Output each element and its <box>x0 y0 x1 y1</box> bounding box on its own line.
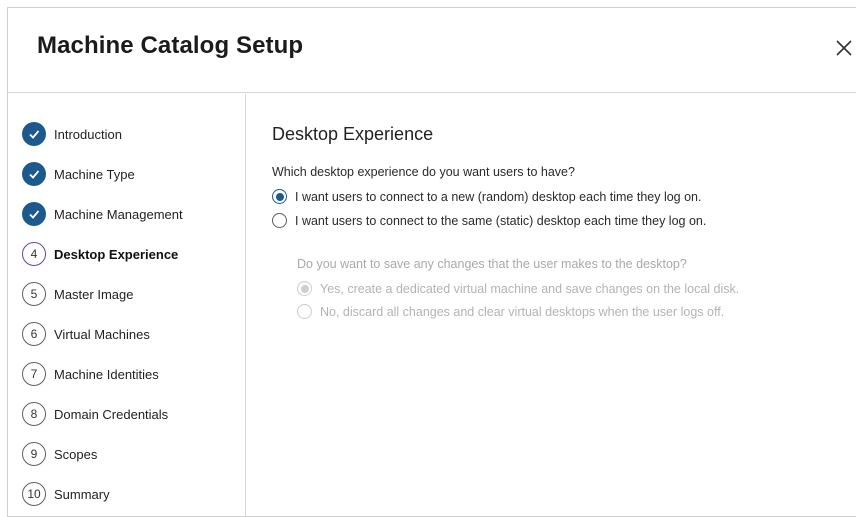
desktop-experience-question: Which desktop experience do you want use… <box>272 165 575 179</box>
radio-label: Yes, create a dedicated virtual machine … <box>320 281 740 296</box>
step-master-image[interactable]: 5 Master Image <box>22 281 133 307</box>
step-number-badge: 10 <box>22 482 46 506</box>
step-scopes[interactable]: 9 Scopes <box>22 441 97 467</box>
radio-button-disabled <box>297 304 312 319</box>
check-icon <box>22 202 46 226</box>
check-icon <box>22 122 46 146</box>
step-number-badge: 7 <box>22 362 46 386</box>
random-desktop-option[interactable]: I want users to connect to a new (random… <box>272 189 701 204</box>
radio-label: I want users to connect to a new (random… <box>295 189 702 204</box>
step-summary[interactable]: 10 Summary <box>22 481 110 507</box>
wizard-steps-sidebar: Introduction Machine Type Machine Manage… <box>8 94 246 516</box>
static-desktop-option[interactable]: I want users to connect to the same (sta… <box>272 213 706 228</box>
radio-button-disabled-selected <box>297 281 312 296</box>
step-label: Scopes <box>54 446 98 462</box>
step-label: Introduction <box>54 126 122 142</box>
step-machine-identities[interactable]: 7 Machine Identities <box>22 361 159 387</box>
step-virtual-machines[interactable]: 6 Virtual Machines <box>22 321 150 347</box>
dialog-header: Machine Catalog Setup <box>8 8 856 93</box>
radio-label: I want users to connect to the same (sta… <box>295 213 707 228</box>
section-title: Desktop Experience <box>272 124 434 144</box>
dialog-title: Machine Catalog Setup <box>37 32 304 59</box>
step-label: Master Image <box>54 286 134 302</box>
radio-button-selected[interactable] <box>272 189 287 204</box>
radio-button[interactable] <box>272 213 287 228</box>
step-label: Desktop Experience <box>54 246 179 262</box>
step-introduction[interactable]: Introduction <box>22 121 122 147</box>
save-changes-question: Do you want to save any changes that the… <box>297 257 687 271</box>
radio-label: No, discard all changes and clear virtua… <box>320 304 725 319</box>
step-domain-credentials[interactable]: 8 Domain Credentials <box>22 401 168 427</box>
step-number-badge: 9 <box>22 442 46 466</box>
step-content-panel: Desktop Experience Which desktop experie… <box>272 94 856 516</box>
step-label: Virtual Machines <box>54 326 150 342</box>
step-number-badge: 4 <box>22 242 46 266</box>
close-icon[interactable] <box>833 37 855 59</box>
step-number-badge: 5 <box>22 282 46 306</box>
step-label: Summary <box>54 486 110 502</box>
machine-catalog-setup-dialog: Machine Catalog Setup Introduction Machi… <box>7 7 856 517</box>
step-number-badge: 8 <box>22 402 46 426</box>
step-desktop-experience[interactable]: 4 Desktop Experience <box>22 241 178 267</box>
step-number-badge: 6 <box>22 322 46 346</box>
step-label: Machine Type <box>54 166 135 182</box>
save-changes-no-option: No, discard all changes and clear virtua… <box>297 304 724 319</box>
step-label: Domain Credentials <box>54 406 169 422</box>
step-machine-management[interactable]: Machine Management <box>22 201 183 227</box>
step-label: Machine Identities <box>54 366 159 382</box>
step-machine-type[interactable]: Machine Type <box>22 161 135 187</box>
step-label: Machine Management <box>54 206 183 222</box>
save-changes-yes-option: Yes, create a dedicated virtual machine … <box>297 281 739 296</box>
check-icon <box>22 162 46 186</box>
